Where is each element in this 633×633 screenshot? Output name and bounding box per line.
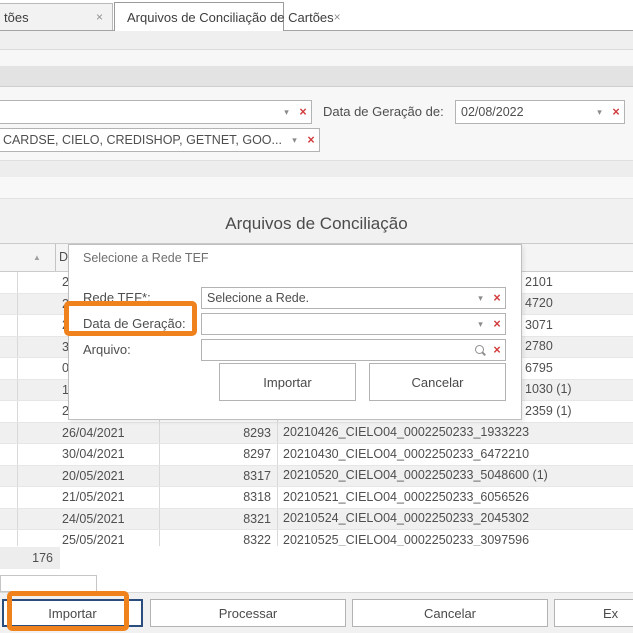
network-filter-dropdown[interactable]: ▾ × bbox=[0, 100, 312, 124]
row-code-cell: 8321 bbox=[160, 509, 278, 530]
chevron-down-icon[interactable]: ▾ bbox=[472, 293, 489, 304]
rede-tef-label: Rede TEF*: bbox=[83, 287, 151, 309]
row-code-cell: 8318 bbox=[160, 487, 278, 508]
row-date-cell: 21/05/2021 bbox=[18, 487, 160, 508]
import-button[interactable]: Importar bbox=[2, 599, 143, 627]
app-window: tões × Arquivos de Conciliação de Cartõe… bbox=[0, 0, 633, 633]
row-date-cell: 30/04/2021 bbox=[18, 444, 160, 465]
clear-icon[interactable]: × bbox=[489, 291, 505, 305]
clear-icon[interactable]: × bbox=[608, 105, 624, 119]
table-row[interactable]: 24/05/2021832120210524_CIELO04_000225023… bbox=[0, 509, 633, 531]
generation-date-filter-value: 02/08/2022 bbox=[456, 105, 591, 119]
table-row[interactable]: 30/04/2021829720210430_CIELO04_000225023… bbox=[0, 444, 633, 466]
chevron-down-icon[interactable]: ▾ bbox=[286, 135, 303, 146]
cancel-button[interactable]: Cancelar bbox=[352, 599, 548, 627]
clear-icon[interactable]: × bbox=[489, 343, 505, 357]
chevron-down-icon[interactable]: ▾ bbox=[278, 107, 295, 118]
export-button[interactable]: Ex bbox=[554, 599, 633, 627]
arquivo-label: Arquivo: bbox=[83, 339, 131, 361]
dialog-cancel-button[interactable]: Cancelar bbox=[369, 363, 506, 401]
clear-icon[interactable]: × bbox=[489, 317, 505, 331]
tab-arquivos-conciliacao[interactable]: Arquivos de Conciliação de Cartões × bbox=[114, 2, 284, 31]
row-indicator-cell bbox=[0, 315, 18, 336]
row-indicator-cell bbox=[0, 487, 18, 508]
dialog-title: Selecione a Rede TEF bbox=[83, 251, 209, 265]
table-row[interactable]: 21/05/2021831820210521_CIELO04_000225023… bbox=[0, 487, 633, 509]
network-list-filter-dropdown[interactable]: , CARDSE, CIELO, CREDISHOP, GETNET, GOO.… bbox=[0, 128, 320, 152]
column-separator bbox=[55, 244, 56, 271]
row-indicator-cell bbox=[0, 444, 18, 465]
chevron-down-icon[interactable]: ▾ bbox=[591, 107, 608, 118]
row-code-cell: 8297 bbox=[160, 444, 278, 465]
date-column-header-fragment: D bbox=[59, 250, 68, 264]
row-indicator-cell bbox=[0, 466, 18, 487]
row-code-cell: 8293 bbox=[160, 423, 278, 444]
tab-previous[interactable]: tões × bbox=[0, 3, 113, 30]
row-file-cell: 20210521_CIELO04_0002250233_6056526 bbox=[278, 487, 633, 508]
row-file-cell: 20210524_CIELO04_0002250233_2045302 bbox=[278, 508, 633, 529]
rede-tef-value: Selecione a Rede. bbox=[202, 291, 472, 305]
network-list-filter-value: , CARDSE, CIELO, CREDISHOP, GETNET, GOO.… bbox=[0, 133, 286, 147]
table-row[interactable]: 20/05/2021831720210520_CIELO04_000225023… bbox=[0, 466, 633, 488]
row-indicator-cell bbox=[0, 509, 18, 530]
chevron-down-icon[interactable]: ▾ bbox=[472, 319, 489, 330]
table-row[interactable]: 26/04/2021829320210426_CIELO04_000225023… bbox=[0, 423, 633, 445]
clear-icon[interactable]: × bbox=[303, 133, 319, 147]
close-icon[interactable]: × bbox=[96, 10, 103, 24]
grid-title: Arquivos de Conciliação bbox=[0, 214, 633, 234]
row-file-cell: 20210426_CIELO04_0002250233_1933223 bbox=[278, 422, 633, 443]
toolbar-band-dark bbox=[0, 66, 633, 87]
tab-active-label: Arquivos de Conciliação de Cartões bbox=[115, 10, 334, 25]
footer-filter-cell[interactable] bbox=[0, 575, 97, 592]
table-row[interactable]: 25/05/2021832220210525_CIELO04_000225023… bbox=[0, 530, 633, 546]
row-date-cell: 26/04/2021 bbox=[18, 423, 160, 444]
toolbar-band-top bbox=[0, 31, 633, 50]
tab-previous-label: tões bbox=[0, 10, 29, 25]
generation-date-filter-dropdown[interactable]: 02/08/2022 ▾ × bbox=[455, 100, 625, 124]
row-indicator-cell bbox=[0, 294, 18, 315]
sort-asc-icon[interactable]: ▲ bbox=[33, 253, 41, 262]
separator-band bbox=[0, 160, 633, 177]
row-code-cell: 8322 bbox=[160, 530, 278, 546]
row-indicator-cell bbox=[0, 380, 18, 401]
data-geracao-dropdown[interactable]: ▾ × bbox=[201, 313, 506, 335]
row-indicator-cell bbox=[0, 337, 18, 358]
generation-date-filter-label: Data de Geração de: bbox=[323, 100, 444, 124]
close-icon[interactable]: × bbox=[334, 10, 341, 24]
row-code-cell: 8317 bbox=[160, 466, 278, 487]
row-date-cell: 25/05/2021 bbox=[18, 530, 160, 546]
data-geracao-label: Data de Geração: bbox=[83, 313, 186, 335]
row-file-cell: 20210520_CIELO04_0002250233_5048600 (1) bbox=[278, 465, 633, 486]
row-date-cell: 24/05/2021 bbox=[18, 509, 160, 530]
toolbar-band-light bbox=[0, 50, 633, 66]
row-indicator-cell bbox=[0, 530, 18, 546]
row-indicator-cell bbox=[0, 272, 18, 293]
row-file-cell: 20210430_CIELO04_0002250233_6472210 bbox=[278, 444, 633, 465]
clear-icon[interactable]: × bbox=[295, 105, 311, 119]
row-date-cell: 20/05/2021 bbox=[18, 466, 160, 487]
arquivo-search-field[interactable]: × bbox=[201, 339, 506, 361]
row-count-summary: 176 bbox=[0, 547, 60, 569]
separator-band-light bbox=[0, 177, 633, 198]
process-button[interactable]: Processar bbox=[150, 599, 346, 627]
row-indicator-cell bbox=[0, 401, 18, 422]
select-tef-network-dialog: Selecione a Rede TEF Rede TEF*: Selecion… bbox=[68, 244, 522, 420]
dialog-import-button[interactable]: Importar bbox=[219, 363, 356, 401]
row-indicator-cell bbox=[0, 423, 18, 444]
rede-tef-dropdown[interactable]: Selecione a Rede. ▾ × bbox=[201, 287, 506, 309]
row-indicator-cell bbox=[0, 358, 18, 379]
search-icon[interactable] bbox=[474, 344, 486, 356]
row-file-cell: 20210525_CIELO04_0002250233_3097596 bbox=[278, 530, 633, 546]
